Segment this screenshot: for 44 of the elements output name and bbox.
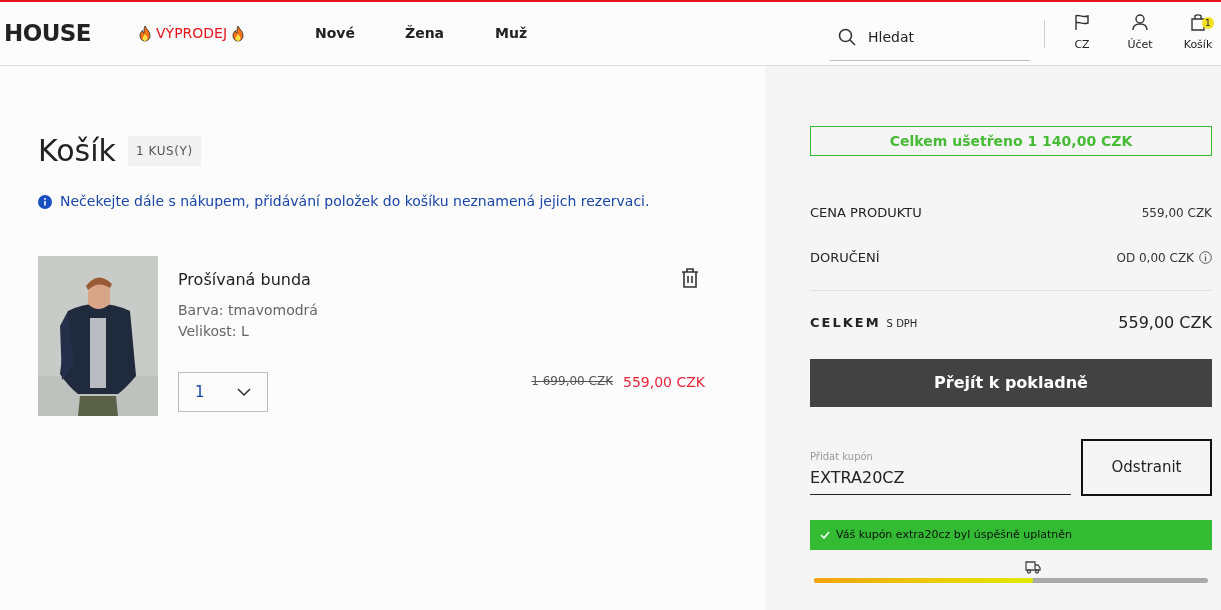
header-action[interactable]: CZ [1059, 13, 1105, 54]
field-label: Přidat kupón [810, 450, 874, 464]
flame-icon [138, 25, 152, 42]
nav-link[interactable]: Žena [405, 23, 495, 44]
info-icon [38, 194, 52, 209]
nav-link[interactable]: Nové [315, 23, 405, 44]
total-label: CELKEM [810, 314, 881, 333]
flame-icon [231, 25, 246, 42]
truck-icon [1024, 561, 1041, 574]
product-size: Velikost: L [178, 322, 250, 341]
total-note: S DPH [886, 317, 918, 332]
info-icon[interactable] [1199, 251, 1212, 264]
nav-link[interactable]: VÝPRODEJ [156, 23, 228, 44]
search-field[interactable]: Hledat [868, 26, 1008, 48]
trash-icon[interactable] [681, 268, 699, 288]
notice-text: Nečekejte dále s nákupem, přidávání položek do košíku neznamená jejich rezervaci. [60, 192, 650, 211]
checkout-button[interactable]: Přejít k pokladně [810, 359, 1212, 407]
product-color: Barva: tmavomodrá [178, 301, 319, 320]
price: 559,00 CZK [623, 373, 705, 392]
summary-value: 559,00 CZK [1141, 204, 1212, 222]
coupon-field[interactable]: EXTRA20CZ [810, 466, 1071, 495]
check-icon [820, 531, 830, 539]
page-title: Košík [38, 132, 116, 170]
success-message: Váš kupón extra20cz byl úspěšně uplatněn [810, 520, 1212, 550]
quantity-select[interactable]: 1 [178, 372, 268, 412]
total-price: 559,00 CZK [1118, 312, 1212, 334]
summary-value: OD 0,00 CZK [1116, 249, 1194, 267]
search-icon [838, 28, 856, 46]
savings-banner: Celkem ušetřeno 1 140,00 CZK [810, 126, 1212, 156]
product-name[interactable]: Prošívaná bunda [178, 268, 311, 292]
summary-label: CENA PRODUKTU [810, 203, 922, 222]
logo[interactable]: HOUSE [4, 16, 138, 51]
nav-link[interactable]: Muž [495, 23, 585, 44]
item-count: 1 KUS(Y) [127, 135, 201, 166]
bag-icon [1191, 13, 1205, 32]
user-icon [1132, 13, 1148, 32]
header-action[interactable]: Účet [1117, 13, 1163, 54]
header-action[interactable]: Košík 1 [1175, 13, 1221, 54]
remove-coupon-button[interactable]: Odstranit [1081, 439, 1212, 496]
summary-label: DORUČENÍ [810, 248, 880, 267]
flag-icon [1074, 13, 1090, 32]
old-price: 1 699,00 CZK [531, 373, 613, 390]
chevron-down-icon [237, 388, 251, 396]
cart-badge: 1 [1202, 17, 1214, 30]
